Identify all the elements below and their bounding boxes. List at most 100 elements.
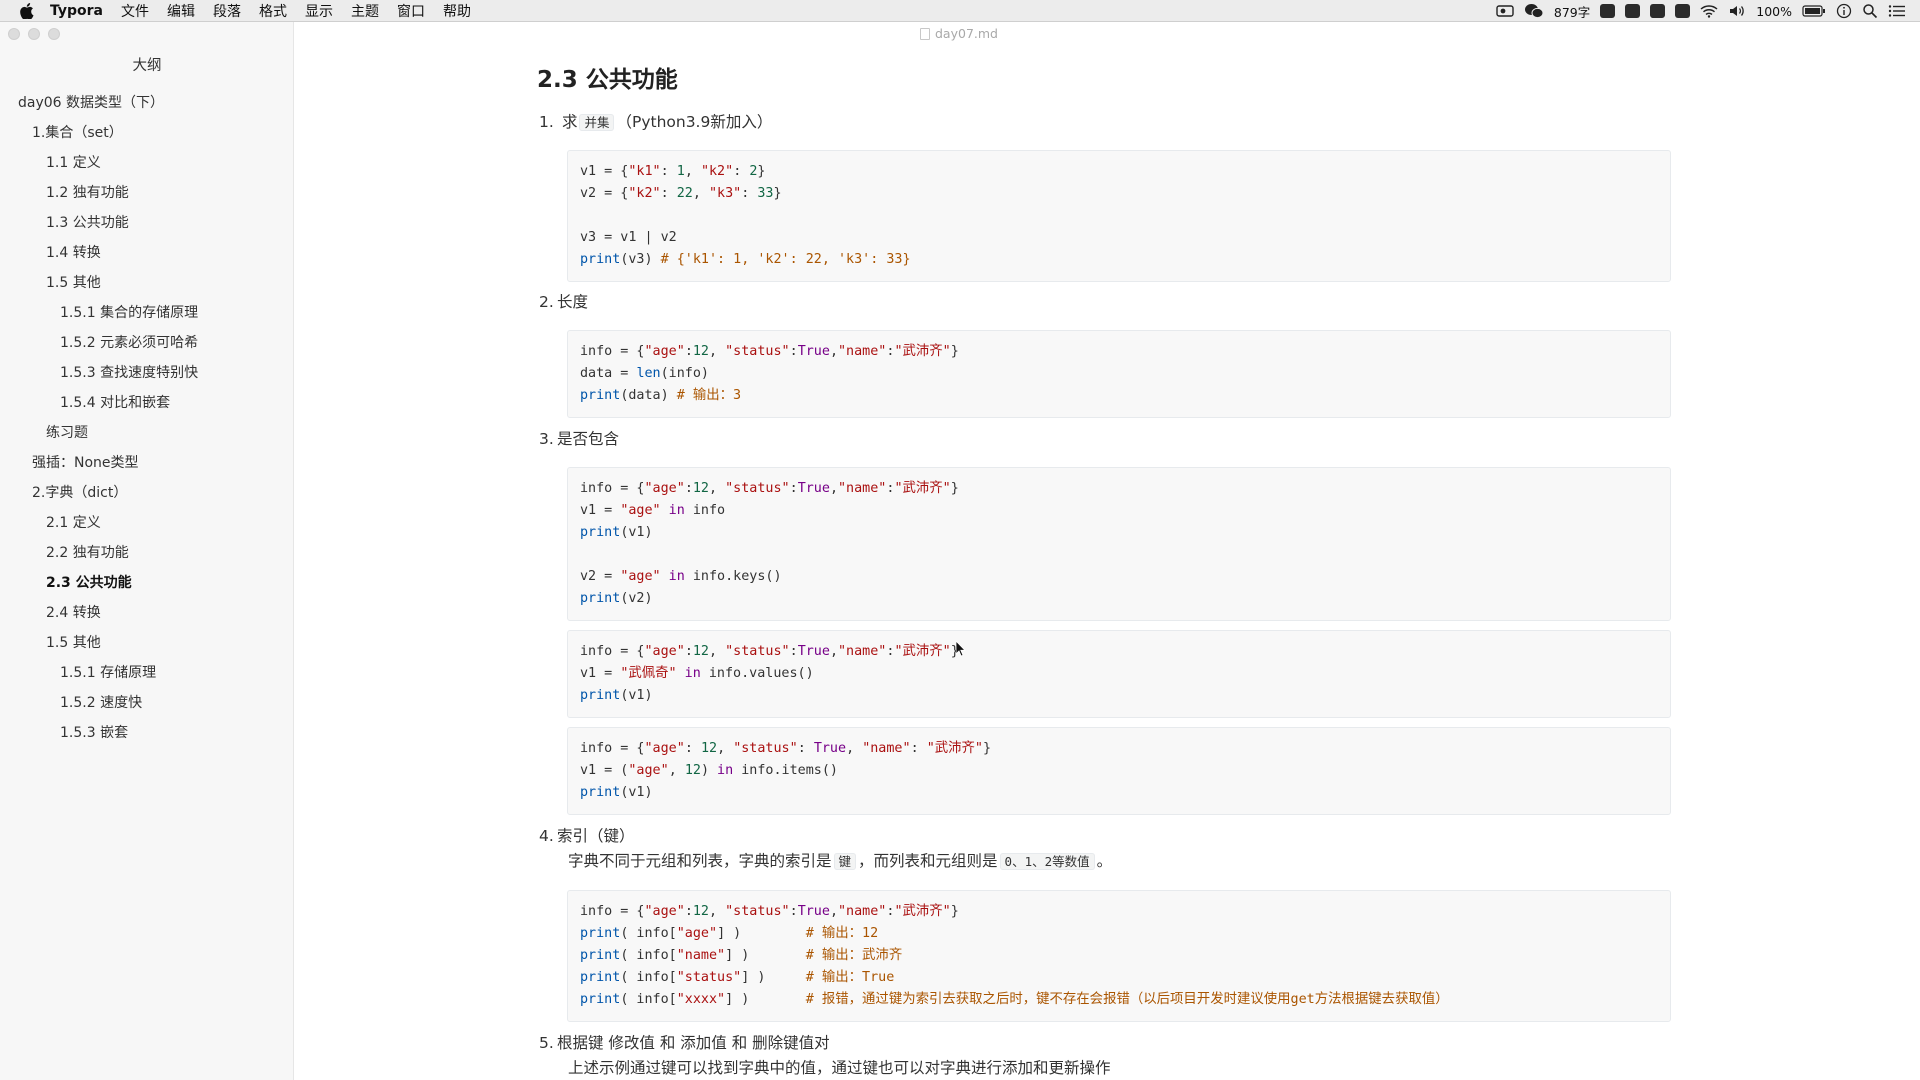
code-token: "武沛齐" — [894, 904, 951, 919]
spotlight-search-icon[interactable] — [1862, 3, 1878, 19]
menu-paragraph[interactable]: 段落 — [213, 1, 241, 21]
outline-item[interactable]: 2.1 定义 — [0, 508, 294, 538]
code-token: : — [789, 904, 798, 919]
menu-view[interactable]: 显示 — [305, 1, 333, 21]
code-token: print — [580, 992, 621, 1007]
code-token: "age" — [644, 644, 685, 659]
code-token: print — [580, 525, 621, 540]
outline-item[interactable]: 1.5.1 集合的存储原理 — [0, 298, 294, 328]
code-block-index[interactable]: info = {"age":12, "status":True,"name":"… — [567, 890, 1671, 1022]
menu-app-name[interactable]: Typora — [50, 3, 103, 19]
outline-item[interactable]: 1.3 公共功能 — [0, 208, 294, 238]
sync-icon[interactable] — [1675, 4, 1691, 18]
outline-item[interactable]: 1.5.3 查找速度特别快 — [0, 358, 294, 388]
outline-item[interactable]: 1.2 独有功能 — [0, 178, 294, 208]
close-window-button[interactable] — [8, 28, 20, 40]
grid-app-icon[interactable] — [1650, 4, 1666, 18]
code-token: "name" — [838, 344, 887, 359]
list-item-contains: 3. 是否包含 — [539, 430, 620, 448]
outline-item[interactable]: 1.5 其他 — [0, 268, 294, 298]
section-heading: 2.3 公共功能 — [537, 67, 678, 93]
menu-theme[interactable]: 主题 — [351, 1, 379, 21]
menu-edit[interactable]: 编辑 — [167, 1, 195, 21]
outline-item[interactable]: 1.1 定义 — [0, 148, 294, 178]
wifi-icon[interactable] — [1700, 4, 1718, 18]
code-token: True — [797, 481, 830, 496]
outline-item[interactable]: 强插：None类型 — [0, 448, 294, 478]
battery-icon[interactable] — [1802, 5, 1826, 17]
outline-item[interactable]: 1.5.1 存储原理 — [0, 658, 294, 688]
code-token: "武沛齐" — [894, 644, 951, 659]
outline-item[interactable]: day06 数据类型（下） — [0, 88, 294, 118]
outline-item[interactable]: 1.5.2 元素必须可哈希 — [0, 328, 294, 358]
code-line: print(v3) # {'k1': 1, 'k2': 22, 'k3': 33… — [580, 249, 1658, 271]
status-area: 879字 100% — [1496, 0, 1906, 22]
outline-item[interactable]: 1.5.2 速度快 — [0, 688, 294, 718]
battery-percent[interactable]: 100% — [1756, 4, 1792, 19]
editor-content[interactable]: 2.3 公共功能 1. 求并集 （Python3.9新加入） v1 = {"k1"… — [295, 22, 1920, 1080]
code-token: 12 — [692, 904, 709, 919]
code-line: info = {"age":12, "status":True,"name":"… — [580, 341, 1658, 363]
outline-item[interactable]: 2.3 公共功能 — [0, 568, 294, 598]
list-item-modify: 5. 根据键 修改值 和 添加值 和 删除键值对 — [539, 1034, 830, 1052]
code-token: len — [636, 366, 661, 381]
outline-item[interactable]: 1.5.3 嵌套 — [0, 718, 294, 748]
zoom-window-button[interactable] — [48, 28, 60, 40]
code-line: print( info["xxxx"] ) # 报错，通过键为索引去获取之后时，… — [580, 989, 1658, 1011]
cloud-app-icon[interactable] — [1600, 4, 1616, 18]
code-token: info.keys() — [692, 569, 782, 584]
menu-window[interactable]: 窗口 — [397, 1, 425, 21]
code-token: , — [709, 644, 726, 659]
code-token: "status" — [725, 644, 790, 659]
menu-help[interactable]: 帮助 — [443, 1, 471, 21]
code-token: "xxxx" — [676, 992, 726, 1007]
outline-item[interactable]: 2.字典（dict） — [0, 478, 294, 508]
code-token: info = { — [580, 904, 645, 919]
code-token: print — [580, 388, 621, 403]
code-block-length[interactable]: info = {"age":12, "status":True,"name":"… — [567, 330, 1671, 418]
code-token: # 输出：True — [805, 970, 895, 985]
outline-item[interactable]: 1.4 转换 — [0, 238, 294, 268]
code-token: : — [684, 741, 701, 756]
code-token: "武沛齐" — [894, 344, 951, 359]
code-token: v1 = ( — [580, 763, 629, 778]
code-block-contains-keys[interactable]: info = {"age":12, "status":True,"name":"… — [567, 467, 1671, 621]
screen-record-icon[interactable] — [1496, 4, 1514, 18]
word-count[interactable]: 879字 — [1554, 2, 1590, 21]
notification-center-icon[interactable] — [1888, 4, 1906, 18]
outline-item[interactable]: 1.5.4 对比和嵌套 — [0, 388, 294, 418]
code-block-contains-values[interactable]: info = {"age":12, "status":True,"name":"… — [567, 630, 1671, 718]
apple-menu-icon[interactable] — [20, 2, 36, 19]
code-line: print( info["name"] ) # 输出：武沛齐 — [580, 945, 1658, 967]
info-icon[interactable] — [1836, 3, 1852, 19]
code-block-contains-items[interactable]: info = {"age": 12, "status": True, "name… — [567, 727, 1671, 815]
mic-icon[interactable] — [1625, 4, 1641, 18]
code-token: print — [580, 785, 621, 800]
index-paragraph: 字典不同于元组和列表，字典的索引是键，而列表和元组则是 0、1、2等数值。 — [568, 852, 1113, 870]
volume-icon[interactable] — [1728, 4, 1746, 18]
minimize-window-button[interactable] — [28, 28, 40, 40]
code-block-union[interactable]: v1 = {"k1": 1, "k2": 2} v2 = {"k2": 22, "… — [567, 150, 1671, 282]
list-item-length: 2. 长度 — [539, 293, 589, 311]
outline-item[interactable]: 1.5 其他 — [0, 628, 294, 658]
outline-item[interactable]: 2.4 转换 — [0, 598, 294, 628]
menu-file[interactable]: 文件 — [121, 1, 149, 21]
code-token: 12 — [684, 763, 701, 778]
menu-format[interactable]: 格式 — [259, 1, 287, 21]
code-token: ( info[ — [620, 970, 677, 985]
code-token: (v2) — [620, 591, 653, 606]
code-token: } — [982, 741, 992, 756]
code-token: } — [950, 481, 959, 496]
code-token: } — [950, 344, 959, 359]
outline-item[interactable]: 练习题 — [0, 418, 294, 448]
code-token: "status" — [725, 904, 790, 919]
outline-item[interactable]: 2.2 独有功能 — [0, 538, 294, 568]
code-token: "k2" — [628, 186, 661, 201]
code-line: print(v1) — [580, 685, 1658, 707]
wechat-icon[interactable] — [1524, 3, 1544, 19]
code-token: print — [580, 926, 621, 941]
code-line: print(v2) — [580, 588, 1658, 610]
outline-item[interactable]: 1.集合（set） — [0, 118, 294, 148]
menu-bar: Typora 文件 编辑 段落 格式 显示 主题 窗口 帮助 879字 100% — [0, 0, 1920, 22]
code-token: , — [668, 763, 685, 778]
